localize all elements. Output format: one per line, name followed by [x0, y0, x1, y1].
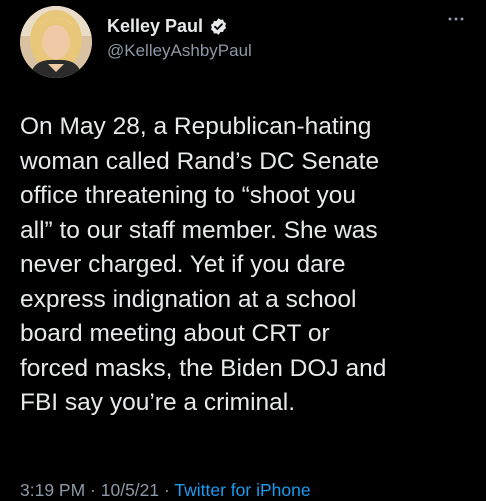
verified-badge-icon — [209, 17, 228, 36]
tweet-time[interactable]: 3:19 PM — [20, 480, 85, 500]
avatar-image — [20, 6, 92, 78]
meta-separator: · — [85, 480, 101, 500]
more-options-icon[interactable] — [445, 8, 467, 30]
avatar[interactable] — [20, 6, 92, 78]
tweet-source-link[interactable]: Twitter for iPhone — [174, 480, 310, 500]
author-name-row[interactable]: Kelley Paul — [107, 16, 228, 37]
tweet-metadata: 3:19 PM · 10/5/21 · Twitter for iPhone — [20, 480, 311, 501]
author-display-name[interactable]: Kelley Paul — [107, 16, 203, 37]
meta-separator: · — [159, 480, 175, 500]
tweet-date[interactable]: 10/5/21 — [101, 480, 159, 500]
author-handle[interactable]: @KelleyAshbyPaul — [107, 41, 252, 61]
tweet-card: Kelley Paul @KelleyAshbyPaul On May 28, … — [0, 0, 486, 500]
tweet-text: On May 28, a Republican-hating woman cal… — [20, 113, 387, 416]
